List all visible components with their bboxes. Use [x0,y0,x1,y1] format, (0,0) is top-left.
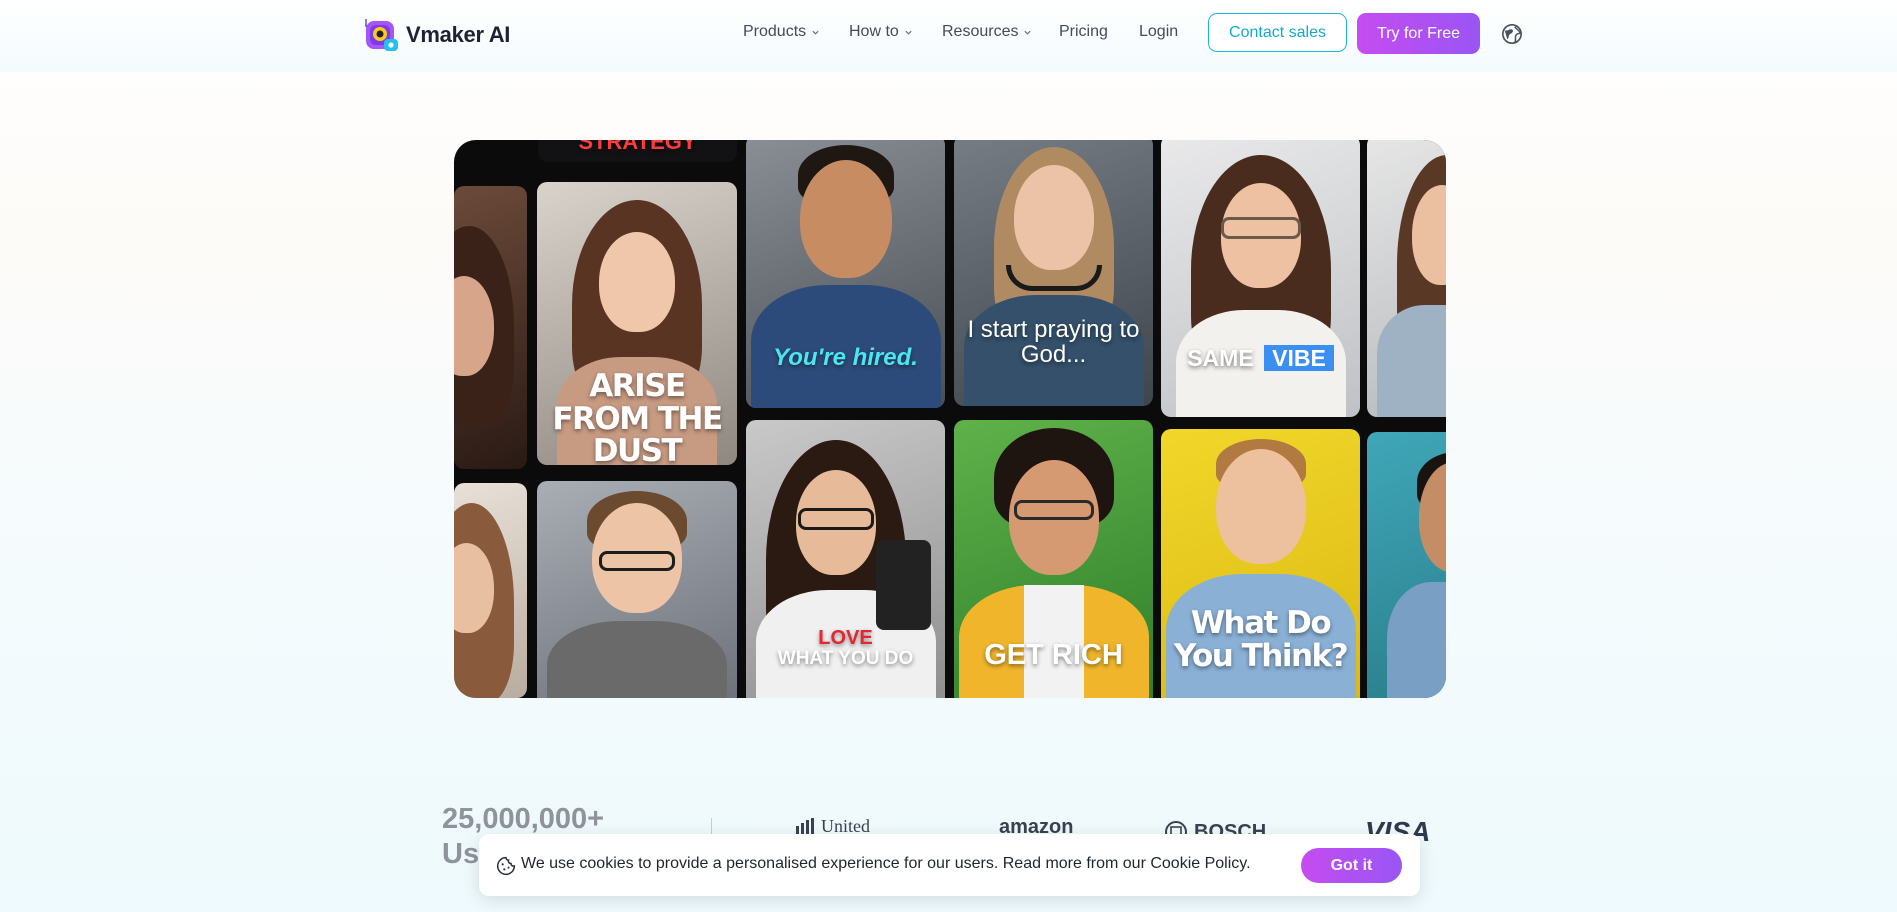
nav-resources-label: Resources [942,23,1019,40]
video-tile[interactable] [454,186,527,469]
tile-caption-top: LOVE [818,627,873,649]
chevron-down-icon [1024,30,1032,35]
hero-video-collage: STRATEGY ARISE FROM THE DUST You're hire… [454,140,1446,698]
users-count: 25,000,000+ [442,803,605,835]
nav-how-to-label: How to [849,23,899,40]
video-tile[interactable] [454,483,527,698]
nav-pricing[interactable]: Pricing [1059,23,1108,41]
video-tile-same-vibe[interactable]: SAME VIBE [1161,140,1360,417]
globe-icon[interactable] [1501,23,1523,45]
tile-caption: What Do You Think? [1173,605,1349,674]
users-label: Us [442,838,480,870]
video-tile-hired[interactable]: You're hired. [746,140,945,408]
video-tile-what-do-you-think[interactable]: What Do You Think? [1161,429,1360,698]
video-tile-love[interactable]: LOVE WHAT YOU DO [746,420,945,698]
video-tile-get-rich[interactable]: GET RICH [954,420,1153,698]
nav-products-label: Products [743,23,807,40]
caption-plain: SAME [1187,345,1254,371]
tile-caption: GET RICH [984,639,1123,671]
tile-caption: I start praying to God... [967,316,1140,369]
tile-caption: ARISE FROM THE DUST [552,368,723,465]
caption-highlight: VIBE [1264,345,1334,371]
nav-pricing-label: Pricing [1059,23,1108,40]
cookie-banner: We use cookies to provide a personalised… [479,834,1420,896]
cookie-message: We use cookies to provide a personalised… [521,855,1251,872]
nav-how-to[interactable]: How to [849,23,913,41]
nav-login[interactable]: Login [1139,23,1178,41]
brand-name: Vmaker AI [406,22,511,47]
tile-caption: You're hired. [773,344,918,371]
logo[interactable]: Vmaker AI [364,16,510,54]
united-logo-icon [796,817,814,836]
contact-sales-button[interactable]: Contact sales [1208,13,1347,52]
cookie-icon [496,856,516,876]
vmaker-logo-icon [365,19,398,51]
nav-login-label: Login [1139,23,1179,40]
chevron-down-icon [812,30,819,35]
tile-caption: SAME VIBE [1161,345,1360,372]
video-tile-arise[interactable]: ARISE FROM THE DUST [537,182,737,465]
got-it-button[interactable]: Got it [1301,848,1402,883]
site-header: Vmaker AI Products How to Resources Pric… [0,0,1897,72]
video-tile[interactable]: STRATEGY [538,140,737,162]
try-for-free-button[interactable]: Try for Free [1357,13,1480,54]
video-tile[interactable] [1367,432,1446,698]
nav-resources[interactable]: Resources [942,23,1032,41]
video-tile[interactable] [537,481,737,698]
chevron-down-icon [905,30,912,35]
video-tile[interactable] [1367,140,1446,417]
video-tile-praying[interactable]: I start praying to God... [954,140,1153,406]
nav-products[interactable]: Products [743,23,820,41]
tile-caption-bottom: WHAT YOU DO [777,648,914,669]
